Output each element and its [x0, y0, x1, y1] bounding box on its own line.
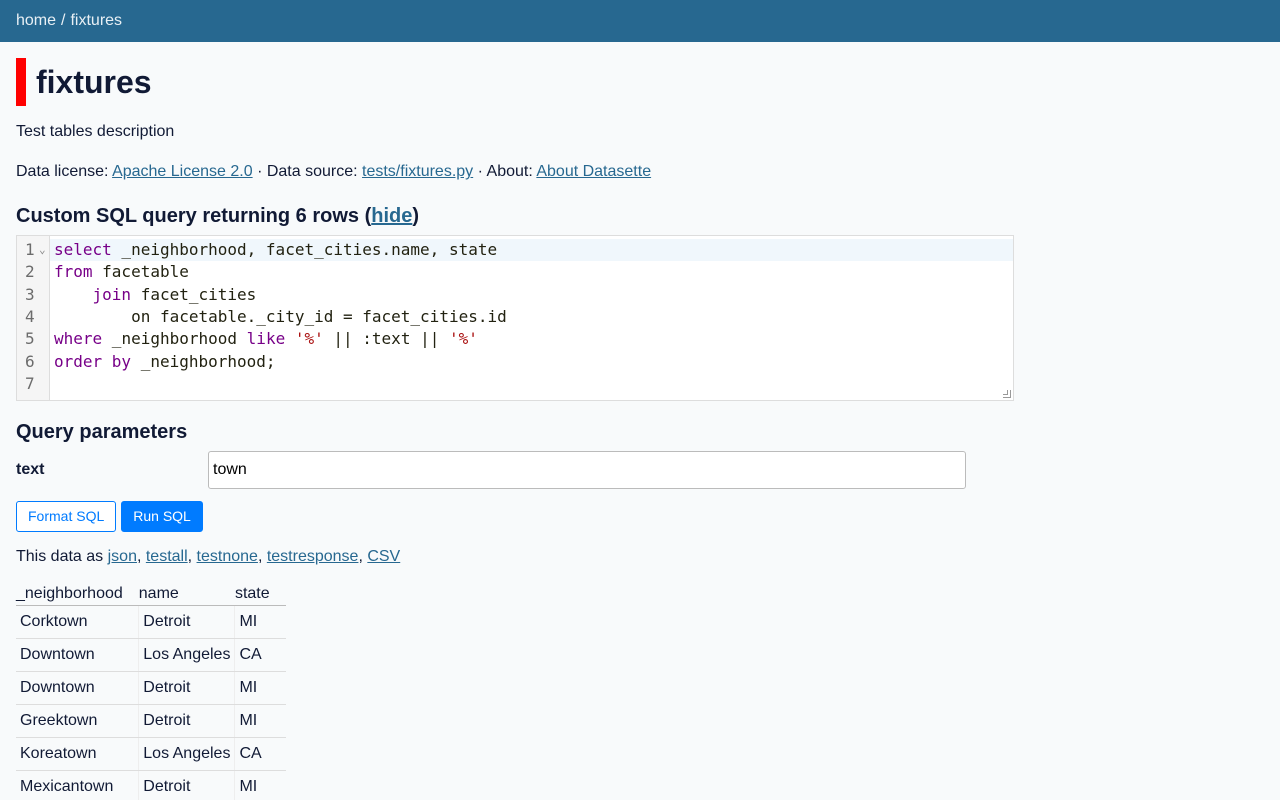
- about-label: About:: [486, 163, 533, 181]
- sql-heading-close: ): [412, 204, 420, 227]
- export-prefix: This data as: [16, 547, 104, 565]
- hide-sql-link[interactable]: hide: [371, 205, 412, 227]
- line-number: 7: [25, 374, 35, 394]
- table-cell: Mexicantown: [16, 770, 140, 800]
- table-cell: CA: [234, 737, 286, 771]
- page-title-block: fixtures: [16, 58, 1264, 106]
- top-nav-bar: home / fixtures: [0, 0, 1280, 42]
- export-testall-link[interactable]: testall: [146, 548, 188, 565]
- resize-handle-icon[interactable]: [1003, 389, 1011, 398]
- table-header-row: _neighborhood name state: [16, 583, 286, 606]
- export-json-link[interactable]: json: [108, 548, 137, 565]
- param-row-text: text: [16, 450, 1264, 489]
- table-cell: Koreatown: [16, 737, 140, 771]
- metadata-separator: ·: [257, 163, 263, 181]
- breadcrumb-current-link[interactable]: fixtures: [70, 12, 122, 30]
- table-cell: Downtown: [16, 671, 140, 705]
- breadcrumb-separator: /: [61, 12, 66, 29]
- column-header[interactable]: state: [234, 583, 286, 606]
- table-cell: Los Angeles: [138, 737, 236, 771]
- table-row: Mexicantown Detroit MI: [16, 770, 286, 800]
- export-csv-link[interactable]: CSV: [367, 548, 400, 565]
- sql-buttons: Format SQL Run SQL: [16, 500, 1264, 532]
- table-row: Corktown Detroit MI: [16, 605, 286, 639]
- table-cell: MI: [234, 770, 286, 800]
- license-link[interactable]: Apache License 2.0: [112, 163, 253, 180]
- line-number-gutter: 1 ⌄ 2 3 4 5 6 7: [17, 235, 50, 400]
- table-cell: MI: [234, 671, 286, 705]
- table-row: Koreatown Los Angeles CA: [16, 737, 286, 771]
- source-link[interactable]: tests/fixtures.py: [362, 163, 473, 180]
- page-title: fixtures: [36, 63, 152, 100]
- table-cell: Detroit: [138, 704, 236, 738]
- database-description: Test tables description: [16, 123, 175, 140]
- line-number: 3: [25, 284, 35, 304]
- export-links: This data as json, testall, testnone, te…: [16, 547, 401, 565]
- line-number: 1 ⌄: [17, 239, 49, 261]
- about-link[interactable]: About Datasette: [536, 163, 651, 180]
- code-line[interactable]: where _neighborhood like '%' || :text ||…: [50, 328, 1013, 350]
- column-header[interactable]: name: [138, 583, 235, 606]
- table-cell: Los Angeles: [138, 638, 236, 672]
- table-cell: CA: [234, 638, 286, 672]
- table-cell: Greektown: [16, 704, 140, 738]
- table-cell: MI: [234, 605, 286, 639]
- export-testresponse-link[interactable]: testresponse: [267, 548, 359, 565]
- table-cell: Downtown: [16, 638, 140, 672]
- column-header[interactable]: _neighborhood: [16, 583, 139, 606]
- sql-code-area[interactable]: select _neighborhood, facet_cities.name,…: [50, 236, 1013, 400]
- run-sql-button[interactable]: Run SQL: [121, 500, 203, 532]
- metadata-line: Data license: Apache License 2.0 · Data …: [16, 161, 1264, 183]
- table-cell: MI: [234, 704, 286, 738]
- sql-heading-text: Custom SQL query returning 6 rows (: [16, 204, 372, 227]
- fold-chevron-icon[interactable]: ⌄: [39, 239, 46, 261]
- table-row: Greektown Detroit MI: [16, 704, 286, 738]
- source-label: Data source:: [266, 163, 358, 181]
- param-label-text: text: [16, 460, 45, 478]
- code-line[interactable]: select _neighborhood, facet_cities.name,…: [50, 238, 1013, 262]
- table-cell: Detroit: [138, 770, 236, 800]
- param-input-text[interactable]: [208, 450, 966, 489]
- table-cell: Detroit: [138, 605, 236, 639]
- code-line[interactable]: on facetable._city_id = facet_cities.id: [50, 306, 1013, 328]
- breadcrumb-home-link[interactable]: home: [16, 12, 56, 30]
- line-number: 4: [25, 306, 35, 326]
- table-row: Downtown Detroit MI: [16, 671, 286, 705]
- code-line[interactable]: order by _neighborhood;: [50, 351, 1013, 373]
- table-cell: Corktown: [16, 605, 140, 639]
- table-row: Downtown Los Angeles CA: [16, 638, 286, 672]
- main-content: fixtures Test tables description Data li…: [0, 42, 1280, 800]
- table-cell: Detroit: [138, 671, 236, 705]
- results-table: _neighborhood name state Corktown Detroi…: [16, 583, 286, 800]
- sql-heading: Custom SQL query returning 6 rows (hide): [16, 205, 1264, 228]
- format-sql-button[interactable]: Format SQL: [16, 500, 117, 532]
- line-number: 6: [25, 351, 35, 371]
- metadata-separator: ·: [477, 163, 483, 181]
- sql-editor[interactable]: 1 ⌄ 2 3 4 5 6 7 select _neighborhood, fac…: [16, 234, 1014, 401]
- code-line[interactable]: join facet_cities: [50, 284, 1013, 306]
- line-number: 5: [25, 329, 35, 349]
- code-line[interactable]: [50, 373, 1013, 395]
- code-line[interactable]: from facetable: [50, 261, 1013, 283]
- line-number: 2: [25, 262, 35, 282]
- export-testnone-link[interactable]: testnone: [197, 548, 258, 565]
- query-parameters-heading: Query parameters: [16, 420, 188, 443]
- license-label: Data license:: [16, 163, 109, 181]
